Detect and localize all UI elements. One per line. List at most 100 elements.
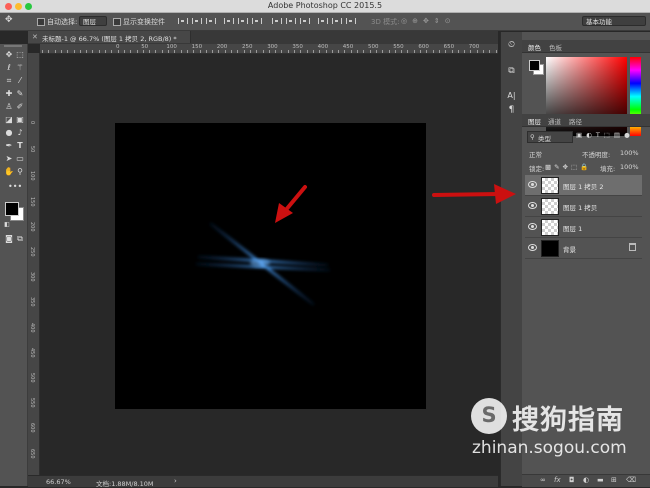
- ruler-tick: [186, 50, 188, 53]
- ruler-label: 450: [29, 347, 35, 358]
- tab-swatches[interactable]: 色板: [549, 42, 562, 52]
- distribute-bottom-icon[interactable]: [300, 18, 310, 24]
- default-colors-icon[interactable]: ◧: [2, 220, 12, 229]
- auto-align-icon[interactable]: [346, 18, 356, 24]
- auto-select-dropdown[interactable]: 图层: [79, 16, 107, 26]
- marquee-tool-icon[interactable]: ⬚: [15, 50, 25, 59]
- tab-paths[interactable]: 路径: [569, 116, 582, 126]
- ruler-tick: [92, 50, 94, 53]
- visibility-eye-icon[interactable]: [528, 244, 537, 251]
- lasso-tool-icon[interactable]: ℓ: [4, 63, 14, 72]
- ruler-tick: [369, 50, 371, 53]
- auto-select-checkbox[interactable]: [37, 18, 45, 26]
- document-tab[interactable]: ✕ 未标题-1 @ 66.7% (图层 1 拷贝 2, RGB/8) *: [28, 31, 191, 43]
- ruler-tick: [48, 50, 50, 53]
- move-tool-icon[interactable]: ✥: [4, 50, 14, 59]
- quick-mask-icon[interactable]: ◙: [4, 234, 14, 243]
- visibility-eye-icon[interactable]: [528, 181, 537, 188]
- zoom-tool-icon[interactable]: ⚲: [15, 167, 25, 176]
- history-brush-icon[interactable]: ✐: [15, 102, 25, 111]
- visibility-eye-icon[interactable]: [528, 223, 537, 230]
- title-bar: Adobe Photoshop CC 2015.5: [0, 0, 650, 13]
- layer-row[interactable]: 图层 1: [525, 217, 642, 238]
- layer-row[interactable]: 图层 1 拷贝: [525, 196, 642, 217]
- align-right-icon[interactable]: [252, 18, 262, 24]
- history-panel-icon[interactable]: ⏲: [506, 40, 517, 51]
- move-tool-icon[interactable]: ✥: [5, 15, 13, 25]
- mask-icon[interactable]: ◘: [569, 476, 575, 484]
- clone-stamp-icon[interactable]: ♙: [4, 102, 14, 111]
- ruler-tick: [243, 50, 245, 53]
- show-transform-checkbox[interactable]: [113, 18, 121, 26]
- trash-icon[interactable]: ⌫: [626, 476, 636, 484]
- ruler-tick: [142, 50, 144, 53]
- fx-icon[interactable]: fx: [554, 476, 561, 484]
- distribute-left-icon[interactable]: [318, 18, 328, 24]
- tab-color[interactable]: 颜色: [528, 42, 541, 52]
- ruler-label: 650: [29, 448, 35, 459]
- document-canvas[interactable]: [115, 123, 426, 409]
- properties-panel-icon[interactable]: ⧉: [506, 66, 517, 77]
- layer-thumbnail: [541, 198, 559, 215]
- pen-tool-icon[interactable]: ✒: [4, 141, 14, 150]
- blend-mode-select[interactable]: 正常: [529, 149, 542, 159]
- tab-channels[interactable]: 通道: [548, 116, 561, 126]
- close-tab-icon[interactable]: ✕: [32, 33, 38, 41]
- hand-tool-icon[interactable]: ✋: [4, 167, 14, 176]
- paragraph-panel-icon[interactable]: ¶: [506, 105, 517, 116]
- blur-tool-icon[interactable]: ●: [4, 128, 14, 137]
- opacity-value[interactable]: 100%: [620, 149, 639, 157]
- dodge-tool-icon[interactable]: ♪: [15, 128, 25, 137]
- layer-filter-icons[interactable]: ▣◐T⬚▤●: [576, 131, 634, 139]
- link-icon[interactable]: ∞: [540, 476, 546, 484]
- layer-name: 图层 1: [563, 225, 583, 233]
- screen-mode-icon[interactable]: ⧉: [15, 234, 25, 243]
- crop-tool-icon[interactable]: ⌗: [4, 76, 14, 85]
- workspace-select[interactable]: 基本功能: [582, 16, 646, 26]
- type-tool-icon[interactable]: T: [15, 141, 25, 150]
- light-streaks-artwork: [195, 185, 331, 306]
- distribute-hcenter-icon[interactable]: [332, 18, 342, 24]
- fill-value[interactable]: 100%: [620, 163, 639, 171]
- brush-tool-icon[interactable]: ✎: [15, 89, 25, 98]
- status-menu-chevron-icon[interactable]: ›: [174, 477, 177, 485]
- ruler-tick: [325, 50, 327, 53]
- more-tools-icon[interactable]: •••: [8, 182, 22, 191]
- align-bottom-icon[interactable]: [206, 18, 216, 24]
- align-left-icon[interactable]: [224, 18, 234, 24]
- foreground-color-swatch[interactable]: [5, 202, 19, 216]
- ruler-tick: [394, 50, 396, 53]
- layer-row[interactable]: 图层 1 拷贝 2: [525, 175, 642, 196]
- rectangle-tool-icon[interactable]: ▭: [15, 154, 25, 163]
- tab-layers[interactable]: 图层: [528, 116, 541, 126]
- ruler-tick: [495, 50, 497, 53]
- layer-row[interactable]: 背景: [525, 238, 642, 259]
- ruler-tick: [331, 50, 333, 53]
- layer-filter-dropdown[interactable]: ⚲ 类型: [527, 131, 573, 143]
- path-selection-icon[interactable]: ➤: [4, 154, 14, 163]
- visibility-eye-icon[interactable]: [528, 202, 537, 209]
- sogou-logo: S: [471, 398, 507, 434]
- adjustment-icon[interactable]: ◐: [583, 476, 589, 484]
- tools-grip[interactable]: [4, 45, 22, 47]
- healing-brush-icon[interactable]: ✚: [4, 89, 14, 98]
- 3d-tools-icon[interactable]: ◎⊕✥⇕⊙: [401, 17, 456, 25]
- new-layer-icon[interactable]: ⊞: [611, 476, 617, 484]
- magic-wand-icon[interactable]: ⚚: [15, 63, 25, 72]
- gradient-tool-icon[interactable]: ▣: [15, 115, 25, 124]
- auto-select-label: 自动选择:: [47, 18, 78, 26]
- character-panel-icon[interactable]: A|: [506, 90, 517, 101]
- distribute-vcenter-icon[interactable]: [286, 18, 296, 24]
- align-top-icon[interactable]: [178, 18, 188, 24]
- horizontal-ruler: 0 50 100 150 200 250 300 350 400 450 500 550 600 650 7…: [40, 44, 498, 54]
- group-icon[interactable]: ▬: [597, 476, 604, 484]
- distribute-top-icon[interactable]: [272, 18, 282, 24]
- color-fg-swatch[interactable]: [529, 60, 540, 71]
- ruler-tick: [174, 50, 176, 53]
- eraser-icon[interactable]: ◪: [4, 115, 14, 124]
- lock-icons[interactable]: ▩✎✥⬚🔒: [545, 163, 591, 171]
- eyedropper-icon[interactable]: ⁄: [15, 76, 25, 85]
- align-vcenter-icon[interactable]: [192, 18, 202, 24]
- zoom-level[interactable]: 66.67%: [46, 478, 71, 486]
- align-hcenter-icon[interactable]: [238, 18, 248, 24]
